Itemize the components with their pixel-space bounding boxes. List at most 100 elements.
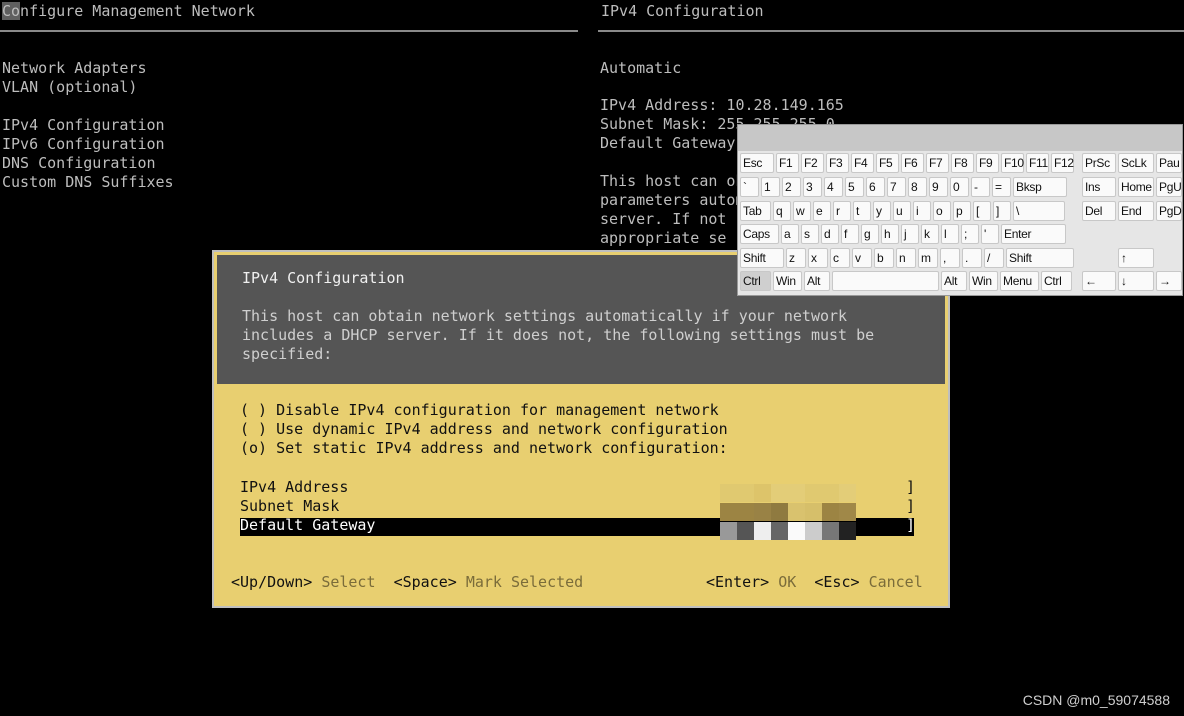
key-nav[interactable]: Home — [1118, 177, 1154, 197]
key-w[interactable]: w — [793, 201, 811, 221]
key-nav[interactable]: → — [1156, 271, 1182, 291]
key-F9[interactable]: F9 — [976, 153, 999, 173]
key-0[interactable]: 0 — [950, 177, 969, 197]
key-F6[interactable]: F6 — [901, 153, 924, 173]
key-v[interactable]: v — [852, 248, 872, 268]
key-[[interactable]: [ — [973, 201, 991, 221]
key-F3[interactable]: F3 — [826, 153, 849, 173]
field-label[interactable]: IPv4 Address — [240, 478, 348, 497]
key-Enter[interactable]: Enter — [1001, 224, 1066, 244]
key-][interactable]: ] — [993, 201, 1011, 221]
key-;[interactable]: ; — [961, 224, 979, 244]
key-F8[interactable]: F8 — [951, 153, 974, 173]
key-\[interactable]: \ — [1013, 201, 1065, 221]
key-1[interactable]: 1 — [761, 177, 780, 197]
radio-option[interactable]: (o) Set static IPv4 address and network … — [240, 439, 728, 458]
key-space[interactable] — [832, 271, 939, 291]
key-nav[interactable]: End — [1118, 201, 1154, 221]
key-Shift[interactable]: Shift — [740, 248, 784, 268]
radio-option[interactable]: ( ) Use dynamic IPv4 address and network… — [240, 420, 728, 439]
key-.[interactable]: . — [962, 248, 982, 268]
key-F10[interactable]: F10 — [1001, 153, 1024, 173]
menu-item[interactable]: DNS Configuration — [2, 154, 156, 173]
menu-item[interactable]: IPv6 Configuration — [2, 135, 165, 154]
key-Alt[interactable]: Alt — [804, 271, 830, 291]
key-Bksp[interactable]: Bksp — [1013, 177, 1067, 197]
key-9[interactable]: 9 — [929, 177, 948, 197]
key-nav[interactable]: ↓ — [1118, 271, 1154, 291]
key-2[interactable]: 2 — [782, 177, 801, 197]
field-label[interactable]: Default Gateway — [240, 516, 375, 535]
key-nav[interactable]: PgU — [1156, 177, 1182, 197]
key-6[interactable]: 6 — [866, 177, 885, 197]
key-nav[interactable]: Del — [1082, 201, 1116, 221]
menu-item[interactable]: VLAN (optional) — [2, 78, 137, 97]
key-i[interactable]: i — [913, 201, 931, 221]
menu-item[interactable]: Network Adapters — [2, 59, 147, 78]
key-a[interactable]: a — [781, 224, 799, 244]
key-5[interactable]: 5 — [845, 177, 864, 197]
key-c[interactable]: c — [830, 248, 850, 268]
key-h[interactable]: h — [881, 224, 899, 244]
key-u[interactable]: u — [893, 201, 911, 221]
key-Ctrl[interactable]: Ctrl — [740, 271, 771, 291]
key-z[interactable]: z — [786, 248, 806, 268]
key-F1[interactable]: F1 — [776, 153, 799, 173]
key-s[interactable]: s — [801, 224, 819, 244]
key-Win[interactable]: Win — [969, 271, 998, 291]
key-g[interactable]: g — [861, 224, 879, 244]
key-nav[interactable]: ← — [1082, 271, 1116, 291]
key-nav[interactable]: PrSc — [1082, 153, 1116, 173]
key-o[interactable]: o — [933, 201, 951, 221]
key-8[interactable]: 8 — [908, 177, 927, 197]
key-3[interactable]: 3 — [803, 177, 822, 197]
ok-key[interactable]: <Enter> — [706, 573, 769, 591]
key-l[interactable]: l — [941, 224, 959, 244]
key-`[interactable]: ` — [740, 177, 759, 197]
key-,[interactable]: , — [940, 248, 960, 268]
key-F11[interactable]: F11 — [1026, 153, 1049, 173]
key-b[interactable]: b — [874, 248, 894, 268]
key-F4[interactable]: F4 — [851, 153, 874, 173]
ok-button[interactable]: OK — [778, 573, 796, 591]
key-=[interactable]: = — [992, 177, 1011, 197]
key-y[interactable]: y — [873, 201, 891, 221]
keyboard-title-bar[interactable] — [738, 125, 1182, 151]
key-Esc[interactable]: Esc — [740, 153, 774, 173]
key-Alt[interactable]: Alt — [941, 271, 967, 291]
key-r[interactable]: r — [833, 201, 851, 221]
key-j[interactable]: j — [901, 224, 919, 244]
key-4[interactable]: 4 — [824, 177, 843, 197]
key-e[interactable]: e — [813, 201, 831, 221]
key-F2[interactable]: F2 — [801, 153, 824, 173]
key-t[interactable]: t — [853, 201, 871, 221]
key-n[interactable]: n — [896, 248, 916, 268]
key-/[interactable]: / — [984, 248, 1004, 268]
key-d[interactable]: d — [821, 224, 839, 244]
key-nav[interactable]: ↑ — [1118, 248, 1154, 268]
key-Ctrl[interactable]: Ctrl — [1041, 271, 1072, 291]
cancel-button[interactable]: Cancel — [869, 573, 923, 591]
key-7[interactable]: 7 — [887, 177, 906, 197]
key--[interactable]: - — [971, 177, 990, 197]
key-Win[interactable]: Win — [773, 271, 802, 291]
field-label[interactable]: Subnet Mask — [240, 497, 339, 516]
key-F7[interactable]: F7 — [926, 153, 949, 173]
key-k[interactable]: k — [921, 224, 939, 244]
menu-item[interactable]: IPv4 Configuration — [2, 116, 165, 135]
key-F5[interactable]: F5 — [876, 153, 899, 173]
key-x[interactable]: x — [808, 248, 828, 268]
key-nav[interactable]: PgD — [1156, 201, 1182, 221]
key-nav[interactable]: ScLk — [1118, 153, 1154, 173]
key-nav[interactable]: Ins — [1082, 177, 1116, 197]
key-Menu[interactable]: Menu — [1000, 271, 1039, 291]
key-'[interactable]: ' — [981, 224, 999, 244]
key-m[interactable]: m — [918, 248, 938, 268]
key-Shift[interactable]: Shift — [1006, 248, 1074, 268]
key-nav[interactable]: Pau — [1156, 153, 1182, 173]
key-F12[interactable]: F12 — [1051, 153, 1074, 173]
radio-option[interactable]: ( ) Disable IPv4 configuration for manag… — [240, 401, 719, 420]
key-q[interactable]: q — [773, 201, 791, 221]
key-Caps[interactable]: Caps — [740, 224, 779, 244]
key-f[interactable]: f — [841, 224, 859, 244]
